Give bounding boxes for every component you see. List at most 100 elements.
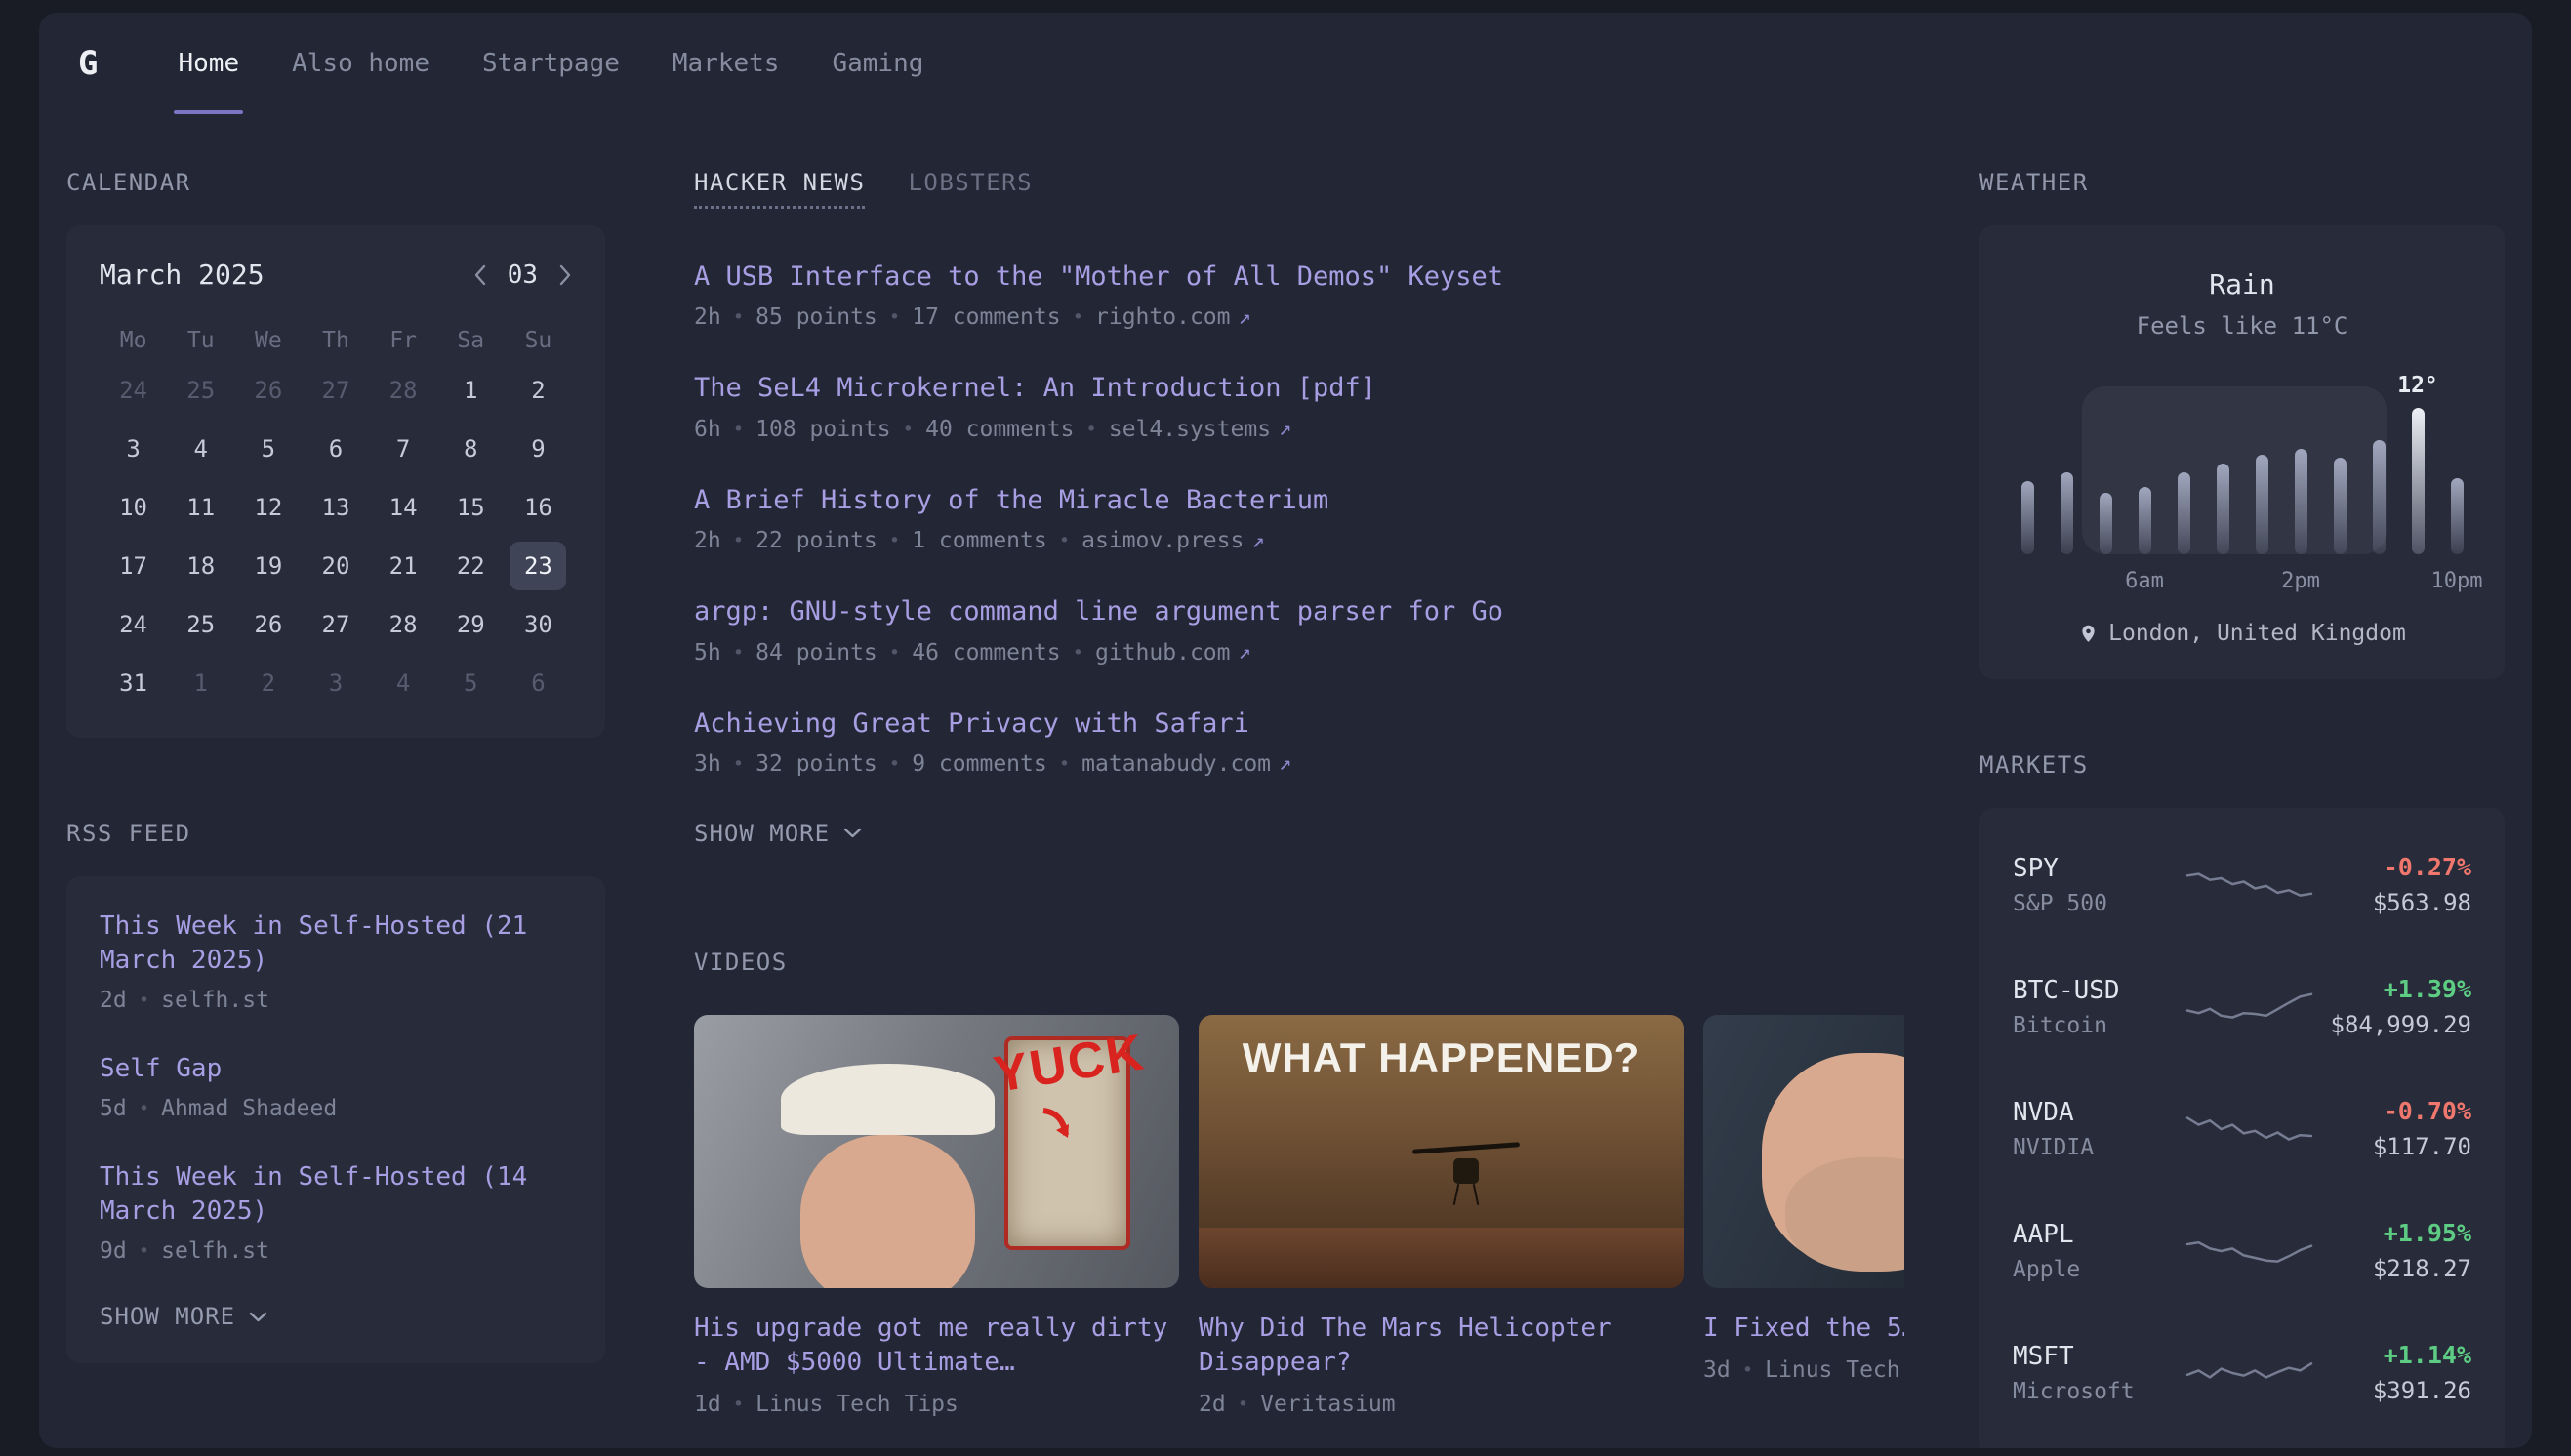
news-story-comments[interactable]: 40 comments — [925, 417, 1074, 442]
calendar-day[interactable]: 29 — [442, 600, 499, 649]
nav-tab-gaming[interactable]: Gaming — [832, 13, 923, 114]
news-story-comments[interactable]: 1 comments — [912, 528, 1046, 553]
news-story-source[interactable]: sel4.systems — [1109, 417, 1271, 442]
calendar-day[interactable]: 4 — [173, 425, 229, 473]
calendar-day[interactable]: 28 — [375, 366, 431, 415]
rss-item-title[interactable]: This Week in Self-Hosted (14 March 2025) — [100, 1160, 572, 1229]
calendar-day[interactable]: 30 — [510, 600, 566, 649]
calendar-day[interactable]: 5 — [442, 659, 499, 708]
calendar-prev-button[interactable] — [473, 264, 486, 286]
news-tab-hacker-news[interactable]: HACKER NEWS — [694, 169, 865, 209]
calendar-day[interactable]: 14 — [375, 483, 431, 532]
separator-dot-icon: • — [1085, 419, 1096, 440]
calendar-day[interactable]: 19 — [240, 542, 297, 590]
news-story-title[interactable]: Achieving Great Privacy with Safari — [694, 708, 1904, 740]
app-logo[interactable]: G — [78, 44, 98, 83]
calendar-day[interactable]: 8 — [442, 425, 499, 473]
market-symbol[interactable]: BTC-USD — [2013, 976, 2183, 1005]
video-channel[interactable]: Linus Tech Tips — [1765, 1357, 1904, 1383]
news-show-more-button[interactable]: SHOW MORE — [694, 820, 1904, 847]
calendar-day[interactable]: 15 — [442, 483, 499, 532]
calendar-day[interactable]: 4 — [375, 659, 431, 708]
calendar-day[interactable]: 21 — [375, 542, 431, 590]
calendar-day-selected[interactable]: 23 — [510, 542, 566, 590]
calendar-day[interactable]: 6 — [510, 659, 566, 708]
calendar-day[interactable]: 26 — [240, 366, 297, 415]
news-story-age: 2h — [694, 528, 721, 553]
calendar-day[interactable]: 27 — [307, 366, 364, 415]
calendar-day[interactable]: 28 — [375, 600, 431, 649]
calendar-day[interactable]: 10 — [105, 483, 162, 532]
calendar-day[interactable]: 25 — [173, 600, 229, 649]
market-change: +1.95% — [2315, 1219, 2471, 1247]
video-title[interactable]: His upgrade got me really dirty - AMD $5… — [694, 1312, 1179, 1380]
market-row: BTC-USD Bitcoin +1.39% $84,999.29 — [2013, 946, 2471, 1068]
calendar-day-cell: 10 — [100, 478, 167, 537]
news-story-source[interactable]: github.com — [1095, 640, 1230, 666]
market-symbol[interactable]: SPY — [2013, 854, 2183, 883]
calendar-day[interactable]: 25 — [173, 366, 229, 415]
video-thumbnail[interactable]: WHAT HAPPENED? — [1199, 1015, 1684, 1288]
news-story-title[interactable]: The SeL4 Microkernel: An Introduction [p… — [694, 373, 1904, 404]
calendar-day[interactable]: 7 — [375, 425, 431, 473]
market-price: $391.26 — [2315, 1377, 2471, 1404]
rss-item-source[interactable]: selfh.st — [161, 1238, 269, 1264]
news-story-title[interactable]: argp: GNU-style command line argument pa… — [694, 596, 1904, 627]
market-symbol[interactable]: MSFT — [2013, 1342, 2183, 1371]
calendar-day[interactable]: 1 — [173, 659, 229, 708]
news-tab-lobsters[interactable]: LOBSTERS — [908, 169, 1033, 209]
calendar-day[interactable]: 27 — [307, 600, 364, 649]
calendar-day[interactable]: 11 — [173, 483, 229, 532]
calendar-day[interactable]: 18 — [173, 542, 229, 590]
nav-tab-home[interactable]: Home — [178, 13, 239, 114]
calendar-day[interactable]: 2 — [240, 659, 297, 708]
market-symbol[interactable]: AAPL — [2013, 1220, 2183, 1249]
calendar-day[interactable]: 9 — [510, 425, 566, 473]
news-story-title[interactable]: A Brief History of the Miracle Bacterium — [694, 485, 1904, 516]
separator-dot-icon: • — [1238, 1394, 1248, 1415]
news-story-source[interactable]: righto.com — [1095, 304, 1230, 330]
nav-tab-also-home[interactable]: Also home — [292, 13, 429, 114]
calendar-day[interactable]: 17 — [105, 542, 162, 590]
rss-show-more-button[interactable]: SHOW MORE — [100, 1303, 572, 1330]
news-story-source[interactable]: asimov.press — [1081, 528, 1244, 553]
news-story-source[interactable]: matanabudy.com — [1081, 751, 1271, 777]
calendar-day[interactable]: 22 — [442, 542, 499, 590]
calendar-day[interactable]: 24 — [105, 366, 162, 415]
news-story-title[interactable]: A USB Interface to the "Mother of All De… — [694, 262, 1904, 293]
calendar-day[interactable]: 5 — [240, 425, 297, 473]
calendar-day[interactable]: 1 — [442, 366, 499, 415]
calendar-day[interactable]: 16 — [510, 483, 566, 532]
nav-tab-startpage[interactable]: Startpage — [482, 13, 620, 114]
news-story-comments[interactable]: 17 comments — [912, 304, 1060, 330]
rss-item-source[interactable]: Ahmad Shadeed — [161, 1096, 337, 1121]
video-channel[interactable]: Veritasium — [1260, 1392, 1395, 1417]
news-story-comments[interactable]: 9 comments — [912, 751, 1046, 777]
calendar-next-button[interactable] — [559, 264, 572, 286]
nav-tab-markets[interactable]: Markets — [673, 13, 780, 114]
calendar-day[interactable]: 6 — [307, 425, 364, 473]
video-thumbnail[interactable]: YUCK — [694, 1015, 1179, 1288]
calendar-day[interactable]: 31 — [105, 659, 162, 708]
news-story-comments[interactable]: 46 comments — [912, 640, 1060, 666]
video-title[interactable]: I Fixed the 5… Power Connect… — [1703, 1312, 1904, 1346]
rss-item-source[interactable]: selfh.st — [161, 988, 269, 1013]
calendar-day[interactable]: 13 — [307, 483, 364, 532]
calendar-day[interactable]: 3 — [105, 425, 162, 473]
rss-item-title[interactable]: Self Gap — [100, 1052, 572, 1086]
calendar-day[interactable]: 3 — [307, 659, 364, 708]
calendar-day[interactable]: 26 — [240, 600, 297, 649]
calendar-day[interactable]: 20 — [307, 542, 364, 590]
market-symbol[interactable]: NVDA — [2013, 1098, 2183, 1127]
calendar-weekday-label: Mo — [100, 328, 167, 353]
video-channel[interactable]: Linus Tech Tips — [755, 1392, 959, 1417]
calendar-day[interactable]: 12 — [240, 483, 297, 532]
rss-item-title[interactable]: This Week in Self-Hosted (21 March 2025) — [100, 910, 572, 978]
video-title[interactable]: Why Did The Mars Helicopter Disappear? — [1199, 1312, 1684, 1380]
markets-section-title: MARKETS — [1979, 751, 2505, 779]
separator-dot-icon: • — [889, 530, 900, 551]
external-link-icon: ↗ — [1251, 529, 1264, 553]
video-thumbnail[interactable]: DOTHT? — [1703, 1015, 1904, 1288]
calendar-day[interactable]: 24 — [105, 600, 162, 649]
calendar-day[interactable]: 2 — [510, 366, 566, 415]
